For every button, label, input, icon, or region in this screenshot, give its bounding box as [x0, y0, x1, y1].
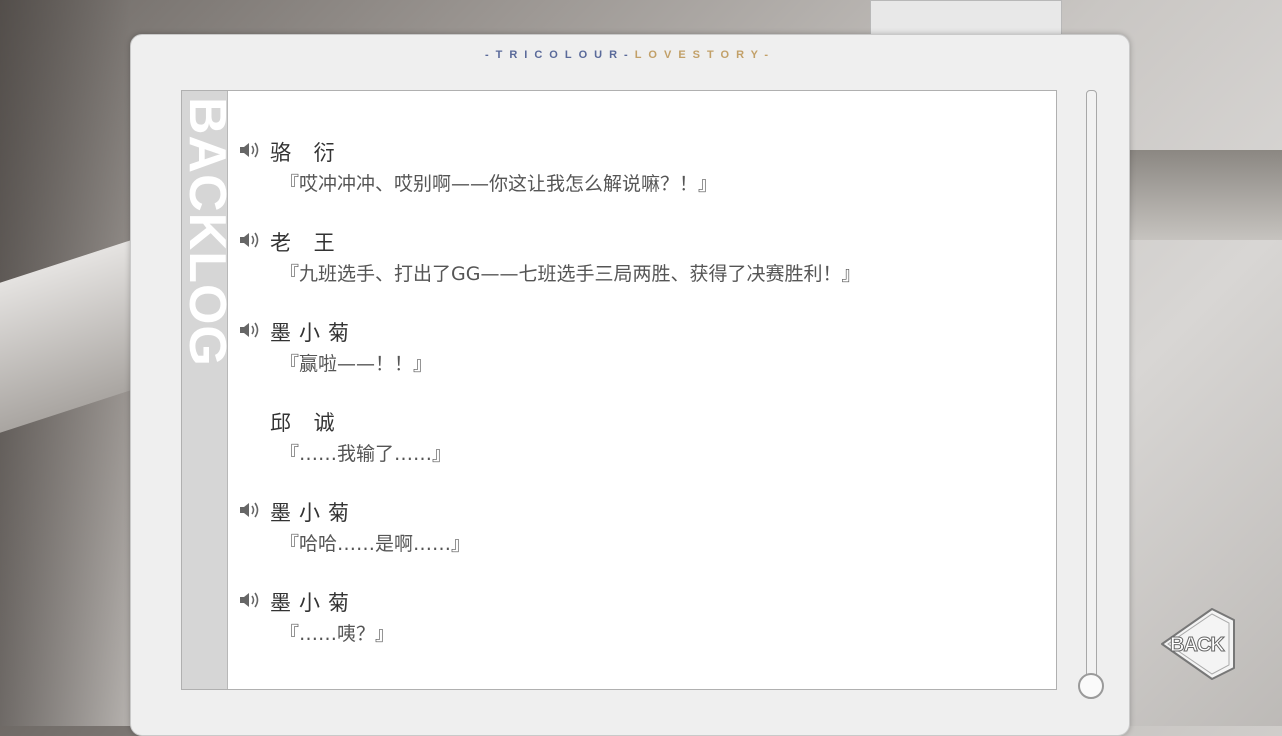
speaker-name: 墨小菊: [270, 501, 357, 525]
dialogue-line: 『……我输了……』: [280, 443, 452, 465]
dialogue-line: 『九班选手、打出了GG——七班选手三局两胜、获得了决赛胜利！』: [280, 263, 861, 285]
dialogue-line: 『哈哈……是啊……』: [280, 533, 471, 555]
backlog-label: BACKLOG: [178, 97, 236, 367]
speaker-icon[interactable]: [239, 591, 259, 609]
brand-title: -TRICOLOUR-LOVESTORY-: [131, 49, 1129, 61]
speaker-name: 骆 衍: [270, 141, 343, 165]
scrollbar-track[interactable]: [1086, 90, 1097, 684]
brand-title-part1: -TRICOLOUR-: [484, 49, 635, 61]
brand-title-part2: LOVESTORY-: [634, 49, 775, 61]
speaker-icon[interactable]: [239, 231, 259, 249]
back-button[interactable]: BACK: [1170, 634, 1226, 657]
backlog-sidebar: BACKLOG: [178, 91, 236, 689]
backlog-panel[interactable]: BACKLOG 骆 衍 『哎冲冲冲、哎别啊——你这让我怎么解说嘛？！』 老 王 …: [178, 90, 1057, 690]
dialogue-line: 『赢啦——！！』: [280, 353, 433, 375]
scrollbar-thumb[interactable]: [1078, 673, 1104, 699]
speaker-icon[interactable]: [239, 321, 259, 339]
background-shelf: [1120, 150, 1282, 240]
speaker-icon[interactable]: [239, 141, 259, 159]
speaker-name: 老 王: [270, 231, 343, 255]
speaker-name: 墨小菊: [270, 591, 357, 615]
speaker-icon[interactable]: [239, 501, 259, 519]
dialogue-line: 『哎冲冲冲、哎别啊——你这让我怎么解说嘛？！』: [280, 173, 718, 195]
speaker-name: 墨小菊: [270, 321, 357, 345]
dialogue-line: 『……咦？』: [280, 623, 395, 645]
speaker-name: 邱 诚: [270, 411, 343, 435]
